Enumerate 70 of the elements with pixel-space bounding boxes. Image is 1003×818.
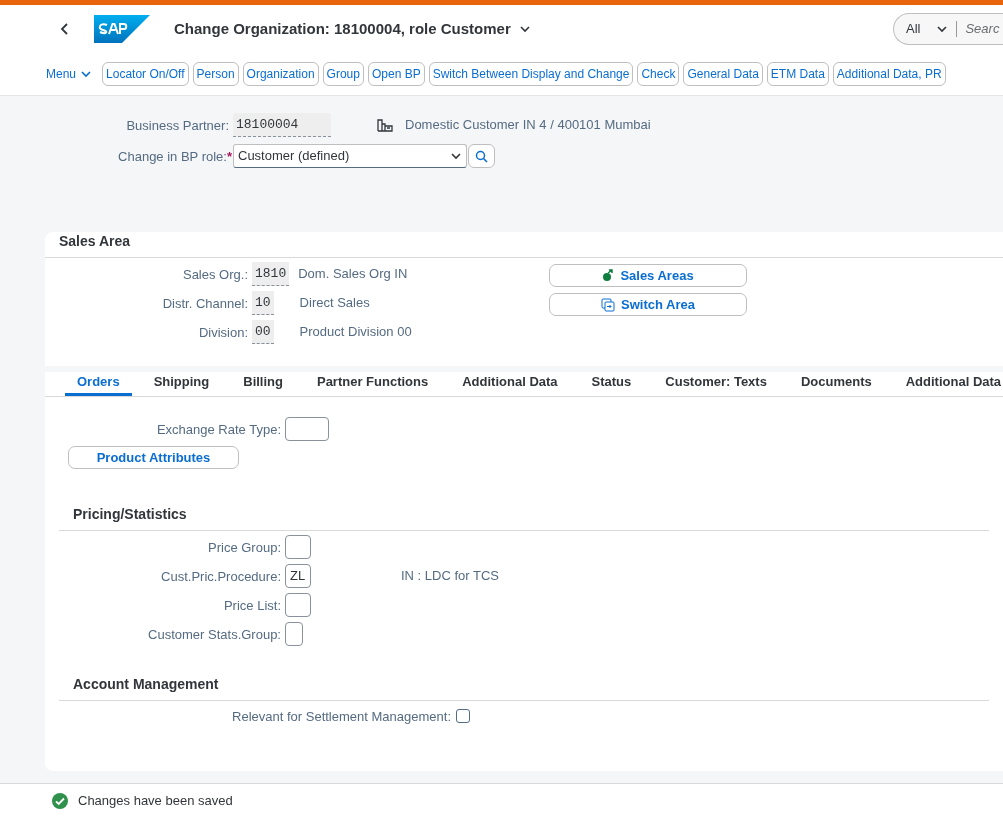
input-field[interactable]: 10	[252, 291, 274, 315]
input-field[interactable]	[285, 593, 311, 617]
toolbar-button[interactable]: General Data	[683, 62, 763, 86]
toolbar-button[interactable]: Person	[192, 62, 239, 86]
tab[interactable]: Status	[579, 371, 644, 396]
field-label: Change in BP role:	[118, 149, 227, 164]
tab[interactable]: Additional Data	[450, 371, 570, 396]
input-field[interactable]: ZL	[285, 564, 311, 588]
field-description: IN : LDC for TCS	[401, 567, 499, 586]
status-message: Changes have been saved	[78, 792, 233, 811]
input-field[interactable]: 18100004	[233, 113, 331, 137]
search-icon	[475, 149, 488, 163]
input-field[interactable]: 00	[252, 320, 274, 344]
tab[interactable]: Customer: Texts	[653, 371, 779, 396]
field-label: Relevant for Settlement Management:	[232, 709, 451, 724]
input-field[interactable]	[285, 417, 329, 441]
tab[interactable]: Partner Functions	[304, 371, 441, 396]
dropdown-icon	[518, 23, 531, 35]
field-label: Division:	[198, 325, 248, 340]
toolbar-button[interactable]: Additional Data, PR	[832, 62, 946, 86]
field-label: Cust.Pric.Procedure:	[161, 569, 281, 584]
success-icon	[52, 793, 68, 809]
product-attributes-button[interactable]: Product Attributes	[68, 446, 239, 469]
field-label: Price Group:	[208, 540, 281, 555]
action-button[interactable]: Switch Area	[549, 293, 747, 316]
search-field[interactable]: All Searc	[893, 13, 1003, 45]
toolbar-button[interactable]: ETM Data	[766, 62, 829, 86]
sap-logo	[94, 15, 150, 43]
action-button[interactable]: Sales Areas	[549, 264, 747, 287]
required-mark: *	[226, 149, 232, 164]
tab[interactable]: Billing	[231, 371, 295, 396]
menu-button[interactable]: Menu	[46, 65, 93, 83]
field-description: Dom. Sales Org IN	[298, 265, 408, 284]
toolbar-button[interactable]: Group	[322, 62, 364, 86]
tab[interactable]: Orders	[65, 371, 132, 396]
dropdown-icon	[80, 68, 93, 80]
search-scope[interactable]: All	[906, 19, 921, 39]
input-field[interactable]: 1810	[252, 262, 290, 286]
input-field[interactable]	[285, 622, 303, 646]
field-label: Business Partner:	[126, 118, 229, 133]
checkbox[interactable]	[456, 709, 470, 723]
field-label: Price List:	[223, 598, 281, 613]
input-field[interactable]	[285, 535, 311, 559]
tab[interactable]: Additional Data	[893, 371, 1003, 396]
search-button[interactable]	[468, 144, 495, 168]
toolbar-button[interactable]: Organization	[242, 62, 319, 86]
section-title: Account Management	[73, 675, 219, 694]
page-title[interactable]: Change Organization: 18100004, role Customer	[174, 17, 531, 41]
field-label: Distr. Channel:	[162, 296, 248, 311]
switch-icon	[601, 297, 616, 312]
toolbar-button[interactable]: Check	[637, 62, 680, 86]
back-icon	[60, 22, 70, 36]
building-icon	[377, 118, 393, 132]
field-description: Direct Sales	[299, 294, 370, 313]
dropdown-icon	[450, 150, 462, 162]
field-label: Sales Org.:	[182, 267, 248, 282]
field-description: Product Division 00	[299, 323, 412, 342]
toolbar-button[interactable]: Switch Between Display and Change	[428, 62, 634, 86]
field-label: Exchange Rate Type:	[156, 422, 281, 437]
tab[interactable]: Shipping	[141, 371, 222, 396]
partner-description: Domestic Customer IN 4 / 400101 Mumbai	[405, 116, 651, 135]
toolbar-button[interactable]: Locator On/Off	[102, 62, 189, 86]
section-title: Sales Area	[59, 232, 131, 251]
field-label: Customer Stats.Group:	[148, 627, 281, 642]
section-title: Pricing/Statistics	[73, 505, 187, 524]
role-dropdown[interactable]: Customer (defined)	[233, 144, 467, 168]
dropdown-icon	[936, 23, 949, 35]
tab[interactable]: Documents	[788, 371, 884, 396]
search-placeholder: Searc	[965, 20, 1000, 39]
toolbar-button[interactable]: Open BP	[367, 62, 425, 86]
